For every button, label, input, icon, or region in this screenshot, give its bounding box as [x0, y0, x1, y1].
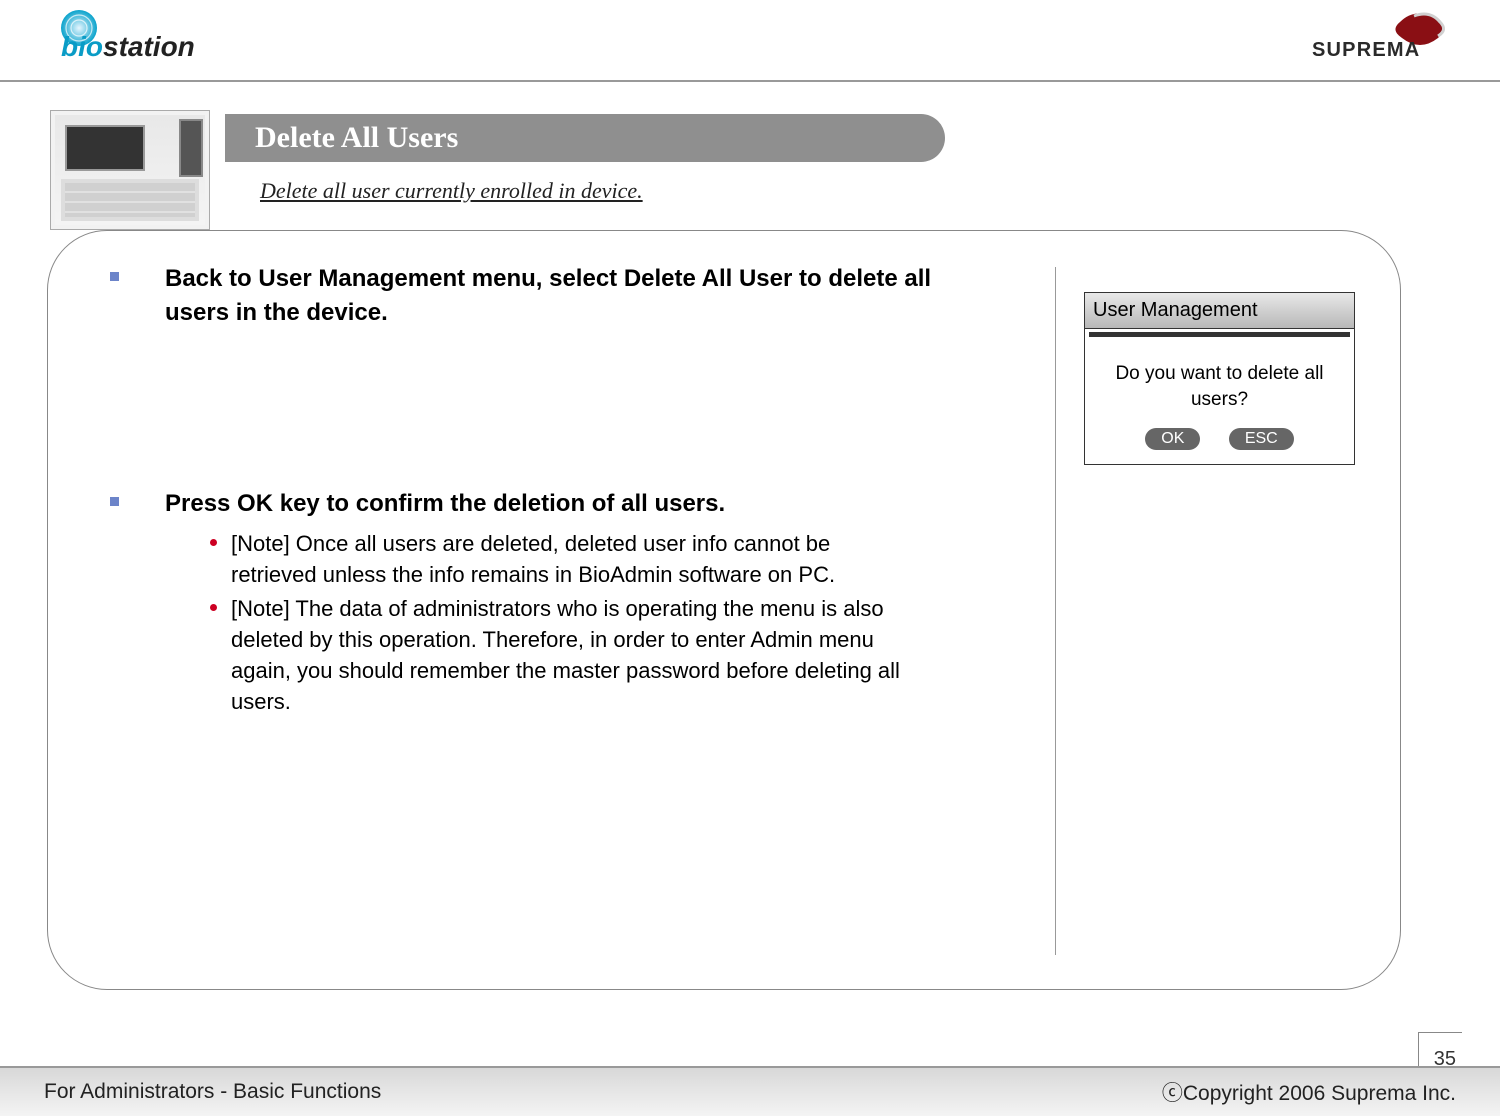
biostation-logo: biostation: [55, 8, 225, 68]
sub-bullet-item: [Note] The data of administrators who is…: [210, 594, 970, 717]
body-content: Back to User Management menu, select Del…: [110, 262, 970, 722]
bullet-text: Press OK key to confirm the deletion of …: [165, 487, 725, 521]
esc-button[interactable]: ESC: [1229, 428, 1294, 450]
bullet-square-icon: [110, 272, 119, 281]
sub-bullet-text: [Note] Once all users are deleted, delet…: [231, 529, 921, 591]
bullet-item: Press OK key to confirm the deletion of …: [110, 487, 970, 521]
screen-message: Do you want to delete all users?: [1085, 337, 1354, 428]
svg-text:biostation: biostation: [61, 31, 195, 62]
footer: For Administrators - Basic Functions ⓒCo…: [0, 1066, 1500, 1116]
sub-bullet-text: [Note] The data of administrators who is…: [231, 594, 921, 717]
top-bar: biostation SUPREMA: [0, 8, 1500, 78]
bullet-dot-icon: [210, 604, 217, 611]
device-thumbnail: [50, 110, 210, 230]
footer-right: ⓒCopyright 2006 Suprema Inc.: [1162, 1077, 1456, 1107]
device-screen-mock: User Management Do you want to delete al…: [1084, 292, 1355, 465]
bullet-text: Back to User Management menu, select Del…: [165, 262, 970, 329]
sub-bullet-item: [Note] Once all users are deleted, delet…: [210, 529, 970, 591]
divider: [0, 80, 1500, 82]
bullet-dot-icon: [210, 539, 217, 546]
bullet-item: Back to User Management menu, select Del…: [110, 262, 970, 329]
vertical-divider: [1055, 267, 1056, 955]
screen-title: User Management: [1085, 293, 1354, 329]
footer-left: For Administrators - Basic Functions: [44, 1080, 381, 1104]
page-title-text: Delete All Users: [255, 121, 458, 155]
page-subtitle: Delete all user currently enrolled in de…: [260, 178, 643, 204]
bullet-square-icon: [110, 497, 119, 506]
suprema-logo: SUPREMA: [1310, 8, 1460, 64]
page-title: Delete All Users: [225, 114, 945, 162]
ok-button[interactable]: OK: [1145, 428, 1200, 450]
svg-text:SUPREMA: SUPREMA: [1312, 39, 1420, 61]
